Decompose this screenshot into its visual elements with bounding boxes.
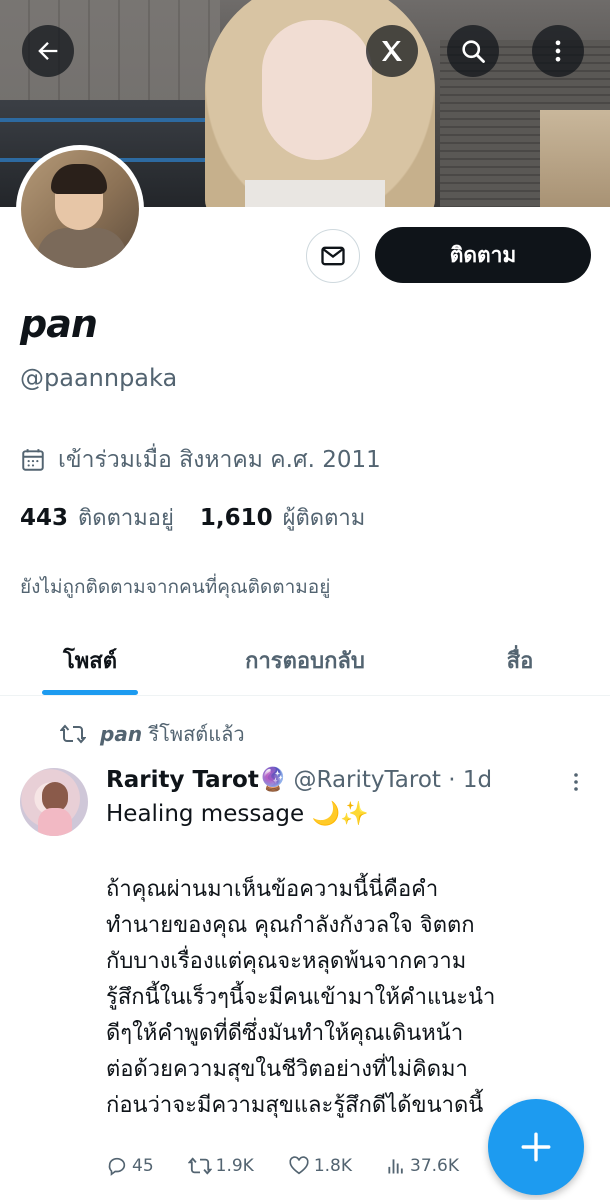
joined-date: เข้าร่วมเมื่อ สิงหาคม ค.ศ. 2011	[20, 442, 381, 478]
grok-button[interactable]	[366, 25, 418, 77]
search-button[interactable]	[447, 25, 499, 77]
repost-icon	[60, 724, 86, 744]
profile-handle: @paannpaka	[20, 364, 178, 392]
crystal-ball-emoji: 🔮	[258, 767, 288, 793]
repost-user[interactable]: pan	[100, 722, 142, 746]
search-icon	[462, 40, 485, 63]
more-button[interactable]	[532, 25, 584, 77]
repost-text: รีโพสต์แล้ว	[148, 722, 245, 746]
tweet-body: ถ้าคุณผ่านมาเห็นข้อความนี้นี่คือคำ ทำนาย…	[106, 877, 496, 1118]
back-arrow-icon	[38, 42, 58, 60]
more-vertical-icon	[555, 40, 561, 62]
tab-replies[interactable]: การตอบกลับ	[200, 625, 410, 695]
tweet-more-button[interactable]	[566, 770, 586, 798]
tweet-author-avatar[interactable]	[20, 768, 88, 836]
calendar-icon	[22, 449, 44, 471]
followers-link[interactable]: 1,610 ผู้ติดตาม	[200, 500, 365, 535]
mail-icon	[321, 246, 345, 266]
views-icon	[388, 1159, 403, 1174]
tab-media[interactable]: สื่อ	[450, 625, 590, 695]
profile-tabs: โพสต์ การตอบกลับ สื่อ	[0, 625, 610, 696]
profile-name: pan	[20, 302, 98, 346]
like-count: 1.8K	[313, 1156, 353, 1176]
repost-count: 1.9K	[215, 1156, 254, 1176]
joined-text: เข้าร่วมเมื่อ สิงหาคม ค.ศ. 2011	[58, 447, 381, 473]
tweet-header: Rarity Tarot 🔮 @RarityTarot · 1d	[106, 766, 492, 794]
tweet-text-line1: Healing message 🌙✨	[106, 801, 369, 827]
compose-post-button[interactable]	[488, 1099, 584, 1195]
repost-indicator: pan รีโพสต์แล้ว	[60, 718, 245, 750]
back-button[interactable]	[22, 25, 74, 77]
active-tab-indicator	[42, 690, 138, 695]
repost-button[interactable]: 1.9K	[187, 1155, 254, 1177]
tab-posts[interactable]: โพสต์	[0, 625, 180, 695]
more-vertical-icon	[574, 773, 578, 791]
reply-icon	[108, 1157, 126, 1176]
not-followed-note: ยังไม่ถูกติดตามจากคนที่คุณติดตามอยู่	[20, 576, 331, 598]
repost-icon	[187, 1157, 212, 1175]
follow-button[interactable]: ติดตาม	[375, 227, 591, 283]
views-count: 37.6K	[410, 1156, 460, 1176]
like-button[interactable]: 1.8K	[288, 1155, 352, 1177]
message-button[interactable]	[306, 229, 360, 283]
heart-icon	[289, 1156, 309, 1175]
reply-count: 45	[132, 1156, 154, 1176]
tweet-author-name[interactable]: Rarity Tarot	[106, 767, 259, 793]
grok-icon	[382, 41, 402, 61]
tweet-handle-time[interactable]: @RarityTarot · 1d	[293, 767, 492, 793]
profile-avatar[interactable]	[16, 145, 144, 273]
views-button[interactable]: 37.6K	[386, 1155, 459, 1177]
follow-counts: 443 ติดตามอยู่ 1,610 ผู้ติดตาม	[20, 500, 365, 535]
plus-icon	[521, 1132, 551, 1162]
reply-button[interactable]: 45	[106, 1155, 154, 1177]
following-link[interactable]: 443 ติดตามอยู่	[20, 500, 174, 535]
